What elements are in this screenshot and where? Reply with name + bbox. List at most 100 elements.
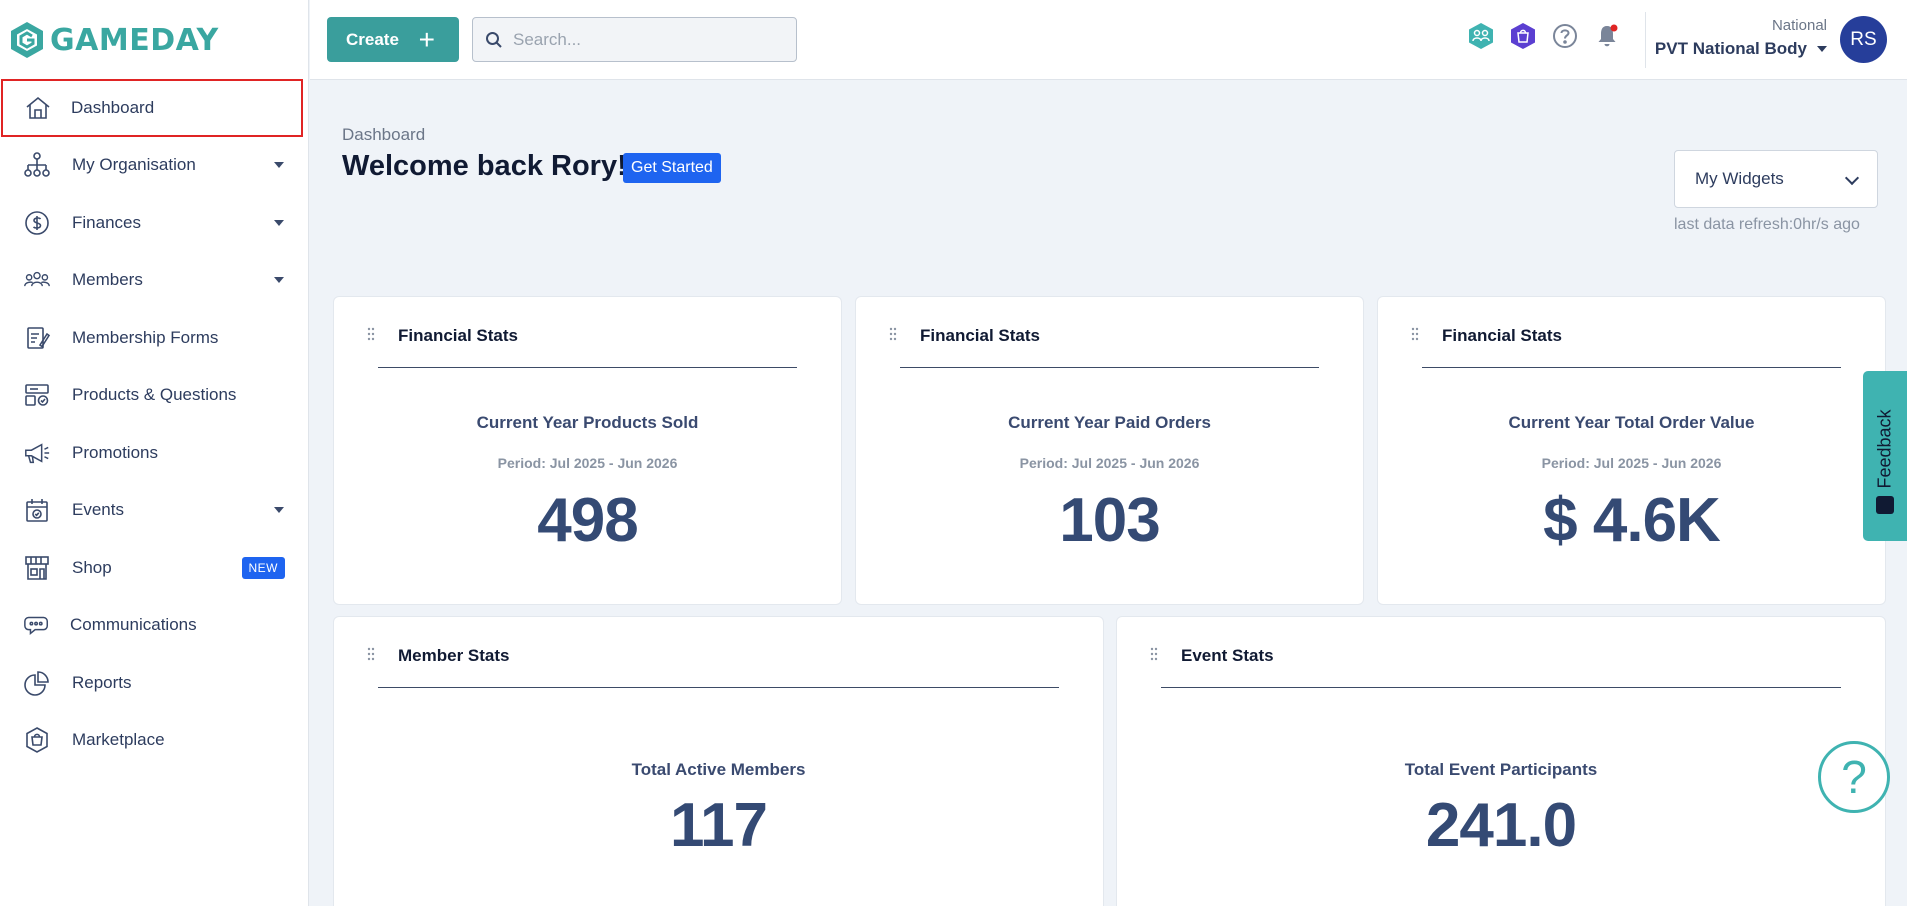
- stat-label: Current Year Total Order Value: [1508, 413, 1755, 432]
- org-name: PVT National Body: [1654, 39, 1807, 58]
- chevron-down-icon[interactable]: [274, 277, 284, 284]
- last-refresh-text: last data refresh:0hr/s ago: [1674, 216, 1860, 233]
- create-button-label: Create: [346, 29, 399, 49]
- chat-icon: [22, 610, 52, 640]
- sidebar-item-products-questions[interactable]: Products & Questions: [0, 367, 309, 425]
- feedback-tab[interactable]: Feedback: [1863, 371, 1907, 541]
- stat-value: $ 4.6K: [1543, 486, 1721, 555]
- org-chart-icon: [22, 150, 52, 180]
- stat-value: 117: [669, 791, 768, 860]
- stat-block: Current Year Products Sold Period: Jul 2…: [334, 413, 841, 556]
- sidebar-item-label: My Organisation: [72, 155, 196, 175]
- dollar-icon: [22, 208, 52, 238]
- sidebar-item-events[interactable]: Events: [0, 482, 309, 540]
- sidebar-item-label: Dashboard: [71, 97, 155, 117]
- marketplace-bag-icon[interactable]: [1509, 22, 1537, 50]
- search-icon: [486, 31, 502, 48]
- sidebar-item-promotions[interactable]: Promotions: [0, 424, 309, 482]
- divider: [378, 687, 1059, 688]
- financial-stats-card: Financial Stats Current Year Paid Orders…: [855, 296, 1364, 605]
- financial-stats-card: Financial Stats Current Year Products So…: [333, 296, 842, 605]
- card-title: Event Stats: [1181, 646, 1274, 665]
- sidebar-item-members[interactable]: Members: [0, 252, 309, 310]
- stat-period: Period: Jul 2025 - Jun 2026: [1541, 455, 1722, 471]
- stat-block: Current Year Total Order Value Period: J…: [1378, 413, 1885, 556]
- sidebar: GAMEDAY Dashboard My Organisation Financ…: [0, 0, 309, 906]
- chevron-down-icon: [1817, 46, 1827, 52]
- top-bar: Create + National PVT National Body RS: [310, 0, 1907, 80]
- stat-label: Total Active Members: [631, 760, 806, 779]
- members-icon: [22, 265, 52, 295]
- calendar-icon: [22, 495, 52, 525]
- sidebar-item-label: Promotions: [72, 442, 158, 462]
- member-stats-card: Member Stats Total Active Members 117: [333, 616, 1104, 906]
- home-icon: [23, 93, 53, 123]
- stat-period: Period: Jul 2025 - Jun 2026: [497, 455, 678, 471]
- search-input[interactable]: [513, 29, 773, 50]
- chevron-down-icon[interactable]: [274, 162, 284, 169]
- breadcrumb[interactable]: Dashboard: [342, 125, 425, 145]
- get-started-button[interactable]: Get Started: [623, 153, 721, 183]
- event-stats-card: Event Stats Total Event Participants 241…: [1116, 616, 1886, 906]
- pie-chart-icon: [22, 668, 52, 698]
- stat-block: Current Year Paid Orders Period: Jul 202…: [856, 413, 1363, 556]
- sidebar-item-label: Finances: [72, 212, 141, 232]
- stat-value: 103: [1059, 486, 1160, 555]
- question-mark-icon: ?: [1841, 751, 1867, 803]
- stat-value: 498: [537, 486, 638, 555]
- card-title: Financial Stats: [398, 326, 518, 345]
- divider: [1422, 367, 1841, 368]
- sidebar-item-label: Shop: [72, 557, 112, 577]
- notification-bell-icon[interactable]: [1593, 22, 1621, 50]
- sidebar-item-membership-forms[interactable]: Membership Forms: [0, 309, 309, 367]
- sidebar-item-label: Events: [72, 500, 124, 520]
- marketplace-icon: [22, 725, 52, 755]
- drag-handle-icon[interactable]: [367, 327, 375, 341]
- org-level: National: [1771, 17, 1827, 34]
- avatar[interactable]: RS: [1840, 16, 1887, 63]
- help-icon[interactable]: [1551, 22, 1579, 50]
- chevron-down-icon[interactable]: [274, 219, 284, 226]
- my-widgets-select[interactable]: My Widgets: [1674, 150, 1878, 208]
- drag-handle-icon[interactable]: [1411, 327, 1419, 341]
- sidebar-item-shop[interactable]: Shop NEW: [0, 539, 309, 597]
- chevron-down-icon[interactable]: [274, 507, 284, 514]
- sidebar-item-finances[interactable]: Finances: [0, 194, 309, 252]
- megaphone-icon: [22, 438, 52, 468]
- drag-handle-icon[interactable]: [889, 327, 897, 341]
- sidebar-item-marketplace[interactable]: Marketplace: [0, 712, 309, 770]
- create-button[interactable]: Create +: [327, 17, 459, 62]
- divider: [1645, 12, 1646, 68]
- new-badge: NEW: [241, 556, 285, 579]
- form-icon: [22, 323, 52, 353]
- org-switcher[interactable]: PVT National Body: [1655, 39, 1827, 59]
- sidebar-item-label: Communications: [70, 615, 197, 635]
- stat-block: Total Event Participants 241.0: [1117, 760, 1885, 861]
- feedback-icon: [1876, 496, 1894, 514]
- community-icon[interactable]: [1467, 22, 1495, 50]
- stat-period: Period: Jul 2025 - Jun 2026: [1019, 455, 1200, 471]
- sidebar-item-my-organisation[interactable]: My Organisation: [0, 137, 309, 195]
- products-icon: [22, 380, 52, 410]
- sidebar-item-reports[interactable]: Reports: [0, 654, 309, 712]
- sidebar-nav: Dashboard My Organisation Finances Membe…: [0, 79, 309, 769]
- shop-icon: [22, 553, 52, 583]
- sidebar-item-communications[interactable]: Communications: [0, 597, 309, 655]
- stat-value: 241.0: [1425, 791, 1577, 860]
- plus-icon: +: [418, 23, 435, 55]
- divider: [900, 367, 1319, 368]
- card-title: Financial Stats: [1442, 326, 1562, 345]
- gameday-logo-icon: [11, 22, 43, 58]
- sidebar-item-label: Marketplace: [72, 730, 165, 750]
- sidebar-item-dashboard[interactable]: Dashboard: [1, 79, 303, 137]
- card-title: Financial Stats: [920, 326, 1040, 345]
- drag-handle-icon[interactable]: [367, 647, 375, 661]
- search-box: [472, 17, 797, 62]
- help-chat-button[interactable]: ?: [1818, 741, 1890, 813]
- stat-label: Current Year Products Sold: [476, 413, 699, 432]
- drag-handle-icon[interactable]: [1150, 647, 1158, 661]
- gameday-logo[interactable]: GAMEDAY: [10, 20, 219, 60]
- page-title: Welcome back Rory!: [342, 150, 627, 182]
- divider: [378, 367, 797, 368]
- sidebar-item-label: Membership Forms: [72, 327, 219, 347]
